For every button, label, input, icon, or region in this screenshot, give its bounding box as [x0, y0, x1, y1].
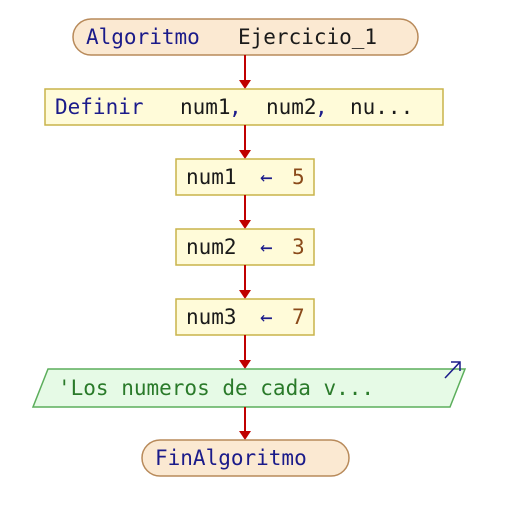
end-keyword: FinAlgoritmo [155, 446, 307, 470]
start-name: Ejercicio_1 [238, 25, 377, 49]
define-var-c: nu... [350, 95, 413, 119]
define-sep-a: , [229, 95, 242, 119]
assign-num2-op: ← [260, 235, 273, 259]
define-sep-b: , [315, 95, 328, 119]
assign-num3-process[interactable]: num3 ← 7 [175, 298, 315, 336]
assign-num1-process[interactable]: num1 ← 5 [175, 158, 315, 196]
flowchart-canvas: Algoritmo Ejercicio_1 Definir num1 , num… [31, 18, 467, 477]
output-io[interactable]: 'Los numeros de cada v... [31, 361, 467, 408]
define-process[interactable]: Definir num1 , num2 , nu... [44, 88, 444, 126]
assign-num2-value: 3 [292, 235, 305, 259]
assign-num2-process[interactable]: num2 ← 3 [175, 228, 315, 266]
define-var-b: num2 [266, 95, 317, 119]
assign-num1-op: ← [260, 165, 273, 189]
output-text: 'Los numeros de cada v... [58, 376, 374, 400]
arrowhead-5 [239, 360, 251, 369]
define-keyword: Definir [55, 95, 144, 119]
define-var-a: num1 [180, 95, 231, 119]
assign-num3-var: num3 [186, 305, 237, 329]
arrowhead-4 [239, 290, 251, 299]
assign-num1-value: 5 [292, 165, 305, 189]
assign-num3-value: 7 [292, 305, 305, 329]
assign-num3-op: ← [260, 305, 273, 329]
arrowhead-2 [239, 150, 251, 159]
arrowhead-6 [239, 431, 251, 440]
arrowhead-1 [239, 80, 251, 89]
start-terminal[interactable]: Algoritmo Ejercicio_1 [72, 18, 419, 56]
arrowhead-3 [239, 220, 251, 229]
assign-num2-var: num2 [186, 235, 237, 259]
end-terminal[interactable]: FinAlgoritmo [141, 439, 350, 477]
assign-num1-var: num1 [186, 165, 237, 189]
start-keyword: Algoritmo [86, 25, 200, 49]
